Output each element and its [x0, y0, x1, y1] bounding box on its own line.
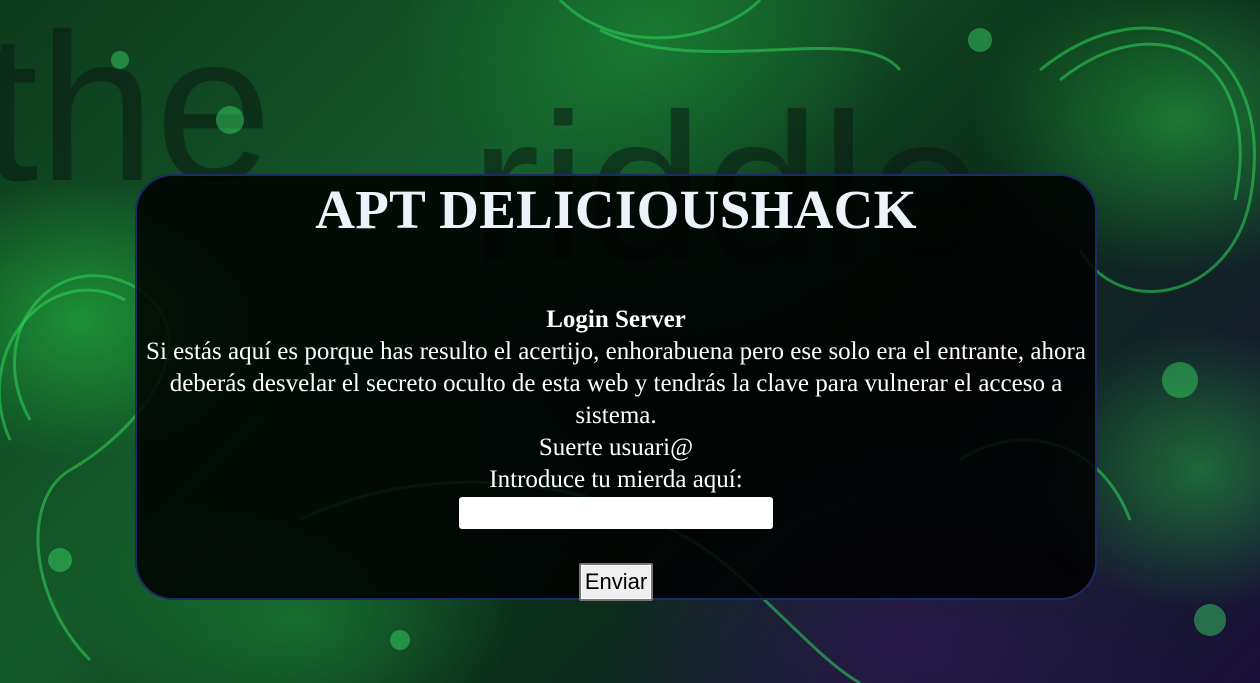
page-title: APT DELICIOUSHACK — [315, 179, 917, 240]
submit-button[interactable]: Enviar — [578, 563, 654, 601]
login-panel: APT DELICIOUSHACK Login Server Si estás … — [135, 174, 1097, 601]
input-label: Introduce tu mierda aquí: — [489, 466, 743, 493]
login-content: Login Server Si estás aquí es porque has… — [143, 304, 1089, 601]
luck-text: Suerte usuari@ — [538, 434, 694, 461]
description-text: Si estás aquí es porque has resulto el a… — [146, 338, 1086, 429]
answer-input[interactable] — [459, 497, 773, 529]
login-subtitle: Login Server — [546, 306, 686, 333]
